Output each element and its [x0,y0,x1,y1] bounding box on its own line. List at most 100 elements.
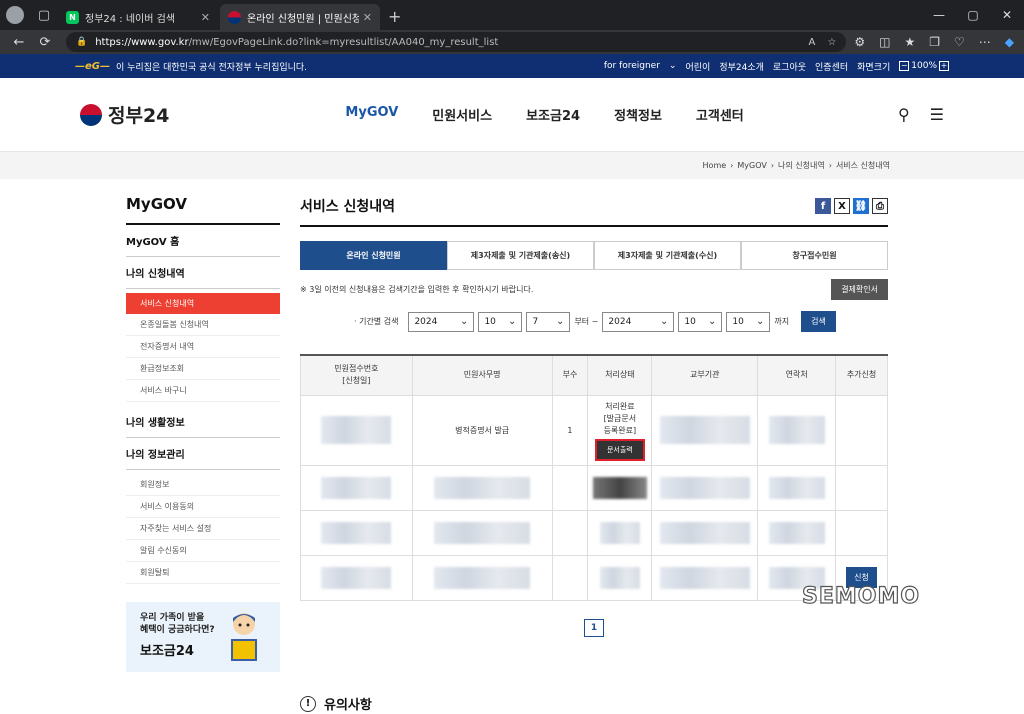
x-twitter-icon[interactable]: X [834,198,850,214]
split-screen-icon[interactable]: ◫ [879,35,890,49]
side-nav-item-service-applications[interactable]: 서비스 신청내역 [126,293,280,314]
col-issuing-agency: 교부기관 [651,355,759,396]
star-icon[interactable]: ☆ [827,37,836,48]
service-name-cell [411,464,553,511]
side-nav-group-applications[interactable]: 나의 신청내역 [126,257,280,289]
side-nav-item-favorite-services[interactable]: 자주찾는 서비스 설정 [126,518,280,540]
nav-customer-center[interactable]: 고객센터 [696,105,744,124]
new-tab-icon[interactable]: + [388,7,401,26]
tab-third-party-receive[interactable]: 제3자제출 및 기관제출(수신) [594,241,741,270]
close-icon[interactable]: ✕ [201,11,210,24]
breadcrumb-home[interactable]: Home [703,161,727,170]
maximize-icon[interactable]: ▢ [956,0,990,30]
watermark: SEMOMO [801,583,921,609]
nav-policy[interactable]: 정책정보 [614,105,662,124]
payment-confirmation-button[interactable]: 결제확인서 [831,278,888,300]
side-nav-group-life-info[interactable]: 나의 생활정보 [126,406,280,438]
additional-cell [835,464,888,511]
status-cell [587,509,653,556]
print-document-button[interactable]: 문서출력 [594,439,645,461]
chevron-down-icon[interactable]: ⌄ [669,61,677,71]
main-nav: MyGOV 민원서비스 보조금24 정책정보 고객센터 [345,105,743,124]
side-nav-home[interactable]: MyGOV 홈 [126,225,280,257]
link-about[interactable]: 정부24소개 [719,60,764,73]
application-table: 민원접수번호 [신청일] 민원사무명 부수 처리상태 교부기관 연락처 추가신청… [300,354,888,601]
link-for-foreigner[interactable]: for foreigner [604,61,660,71]
side-nav-item-refund-info[interactable]: 환급정보조회 [126,358,280,380]
minimize-icon[interactable]: — [922,0,956,30]
zoom-in-icon[interactable]: + [939,61,949,71]
side-nav-item-service-consent[interactable]: 서비스 이용동의 [126,496,280,518]
to-year-select[interactable]: 2024 [602,311,675,332]
menu-icon[interactable]: ☰ [930,105,944,124]
tab-counter-applications[interactable]: 창구접수민원 [741,241,888,270]
link-kids[interactable]: 어린이 [685,60,710,73]
extensions-icon[interactable]: ⚙ [854,35,865,49]
side-nav-item-member-info[interactable]: 회원정보 [126,474,280,496]
close-window-icon[interactable]: ✕ [990,0,1024,30]
to-month-select[interactable]: 10 [678,311,723,332]
profile-avatar[interactable] [6,6,24,24]
col-receipt-no: 민원접수번호 [신청일] [300,355,413,396]
link-copy-icon[interactable]: ⛓ [853,198,869,214]
subsidy-promo-banner[interactable]: 우리 가족이 받을 혜택이 궁금하다면? 보조금24 [126,602,280,672]
back-icon[interactable]: ← [6,35,32,50]
nav-subsidy[interactable]: 보조금24 [526,105,580,124]
breadcrumb-mygov[interactable]: MyGOV [737,161,766,170]
lock-icon[interactable]: 🔒 [76,37,87,47]
favorites-icon[interactable]: ★ [904,35,915,49]
table-row: 신청 [300,554,888,601]
share-buttons: f X ⛓ ⎙ [815,198,888,214]
refresh-icon[interactable]: ⟳ [32,35,58,50]
nav-mygov[interactable]: MyGOV [345,105,398,124]
url-path: /mw/EgovPageLink.do?link=myresultlist/AA… [188,36,499,48]
status-text: 처리완료 [발급문서 등록완료] [603,402,637,435]
read-aloud-icon[interactable]: A [809,37,816,48]
search-button[interactable]: 검색 [801,311,836,332]
print-icon[interactable]: ⎙ [872,198,888,214]
col-copies: 부수 [551,355,589,396]
from-day-select[interactable]: 7 [526,311,571,332]
tab-third-party-send[interactable]: 제3자제출 및 기관제출(송신) [447,241,594,270]
table-row: 병적증명서 발급 1 처리완료 [발급문서 등록완료] 문서출력 [300,394,888,466]
link-cert-center[interactable]: 인증센터 [815,60,848,73]
period-search: · 기간별 검색 2024 10 7 부터 ~ 2024 10 10 까지 검색 [300,311,888,332]
browser-tab-gov24[interactable]: 온라인 신청민원 | 민원신청 내역 조회 ✕ [220,4,380,30]
facebook-icon[interactable]: f [815,198,831,214]
side-nav-title: MyGOV [126,193,280,225]
search-icon[interactable]: ⚲ [898,105,910,124]
agency-cell [651,394,759,466]
from-year-select[interactable]: 2024 [408,311,475,332]
receipt-no-cell [300,509,413,556]
side-nav-item-service-basket[interactable]: 서비스 바구니 [126,380,280,402]
agency-cell [651,509,759,556]
tab-actions-icon[interactable]: ▢ [30,0,58,30]
side-nav-item-allday-care[interactable]: 온종일돌봄 신청내역 [126,314,280,336]
page-number[interactable]: 1 [584,618,604,637]
side-nav-group-account[interactable]: 나의 정보관리 [126,438,280,470]
tab-title: 정부24 : 네이버 검색 [85,13,176,25]
side-nav-item-e-certificates[interactable]: 전자증명서 내역 [126,336,280,358]
collections-icon[interactable]: ❐ [929,35,940,49]
more-icon[interactable]: ⋯ [979,35,991,49]
side-nav-item-withdraw[interactable]: 회원탈퇴 [126,562,280,584]
from-month-select[interactable]: 10 [478,311,523,332]
breadcrumb-my-applications[interactable]: 나의 신청내역 [778,160,825,171]
copilot-icon[interactable]: ◆ [1005,35,1014,49]
link-logout[interactable]: 로그아웃 [773,60,806,73]
url-input[interactable]: 🔒 https://www.gov.kr/mw/EgovPageLink.do?… [66,32,847,52]
browser-tab-naver[interactable]: N 정부24 : 네이버 검색 ✕ [58,4,218,30]
notice-row: ※ 3일 이전의 신청내용은 검색기간을 입력한 후 확인하시기 바랍니다. 결… [300,278,888,300]
heart-icon[interactable]: ♡ [954,35,965,49]
close-icon[interactable]: ✕ [363,11,372,24]
nav-civil-service[interactable]: 민원서비스 [432,105,492,124]
receipt-no-cell [300,464,413,511]
official-gov-strip: —eG— 이 누리집은 대한민국 공식 전자정부 누리집입니다. for for… [0,54,1024,78]
tab-online-applications[interactable]: 온라인 신청민원 [300,241,447,270]
side-nav-item-notification-consent[interactable]: 알림 수신동의 [126,540,280,562]
link-screen-size[interactable]: 화면크기 [857,60,890,73]
zoom-out-icon[interactable]: − [899,61,910,71]
window-controls: — ▢ ✕ [922,0,1024,30]
site-logo[interactable]: 정부24 [80,101,169,128]
to-day-select[interactable]: 10 [726,311,771,332]
